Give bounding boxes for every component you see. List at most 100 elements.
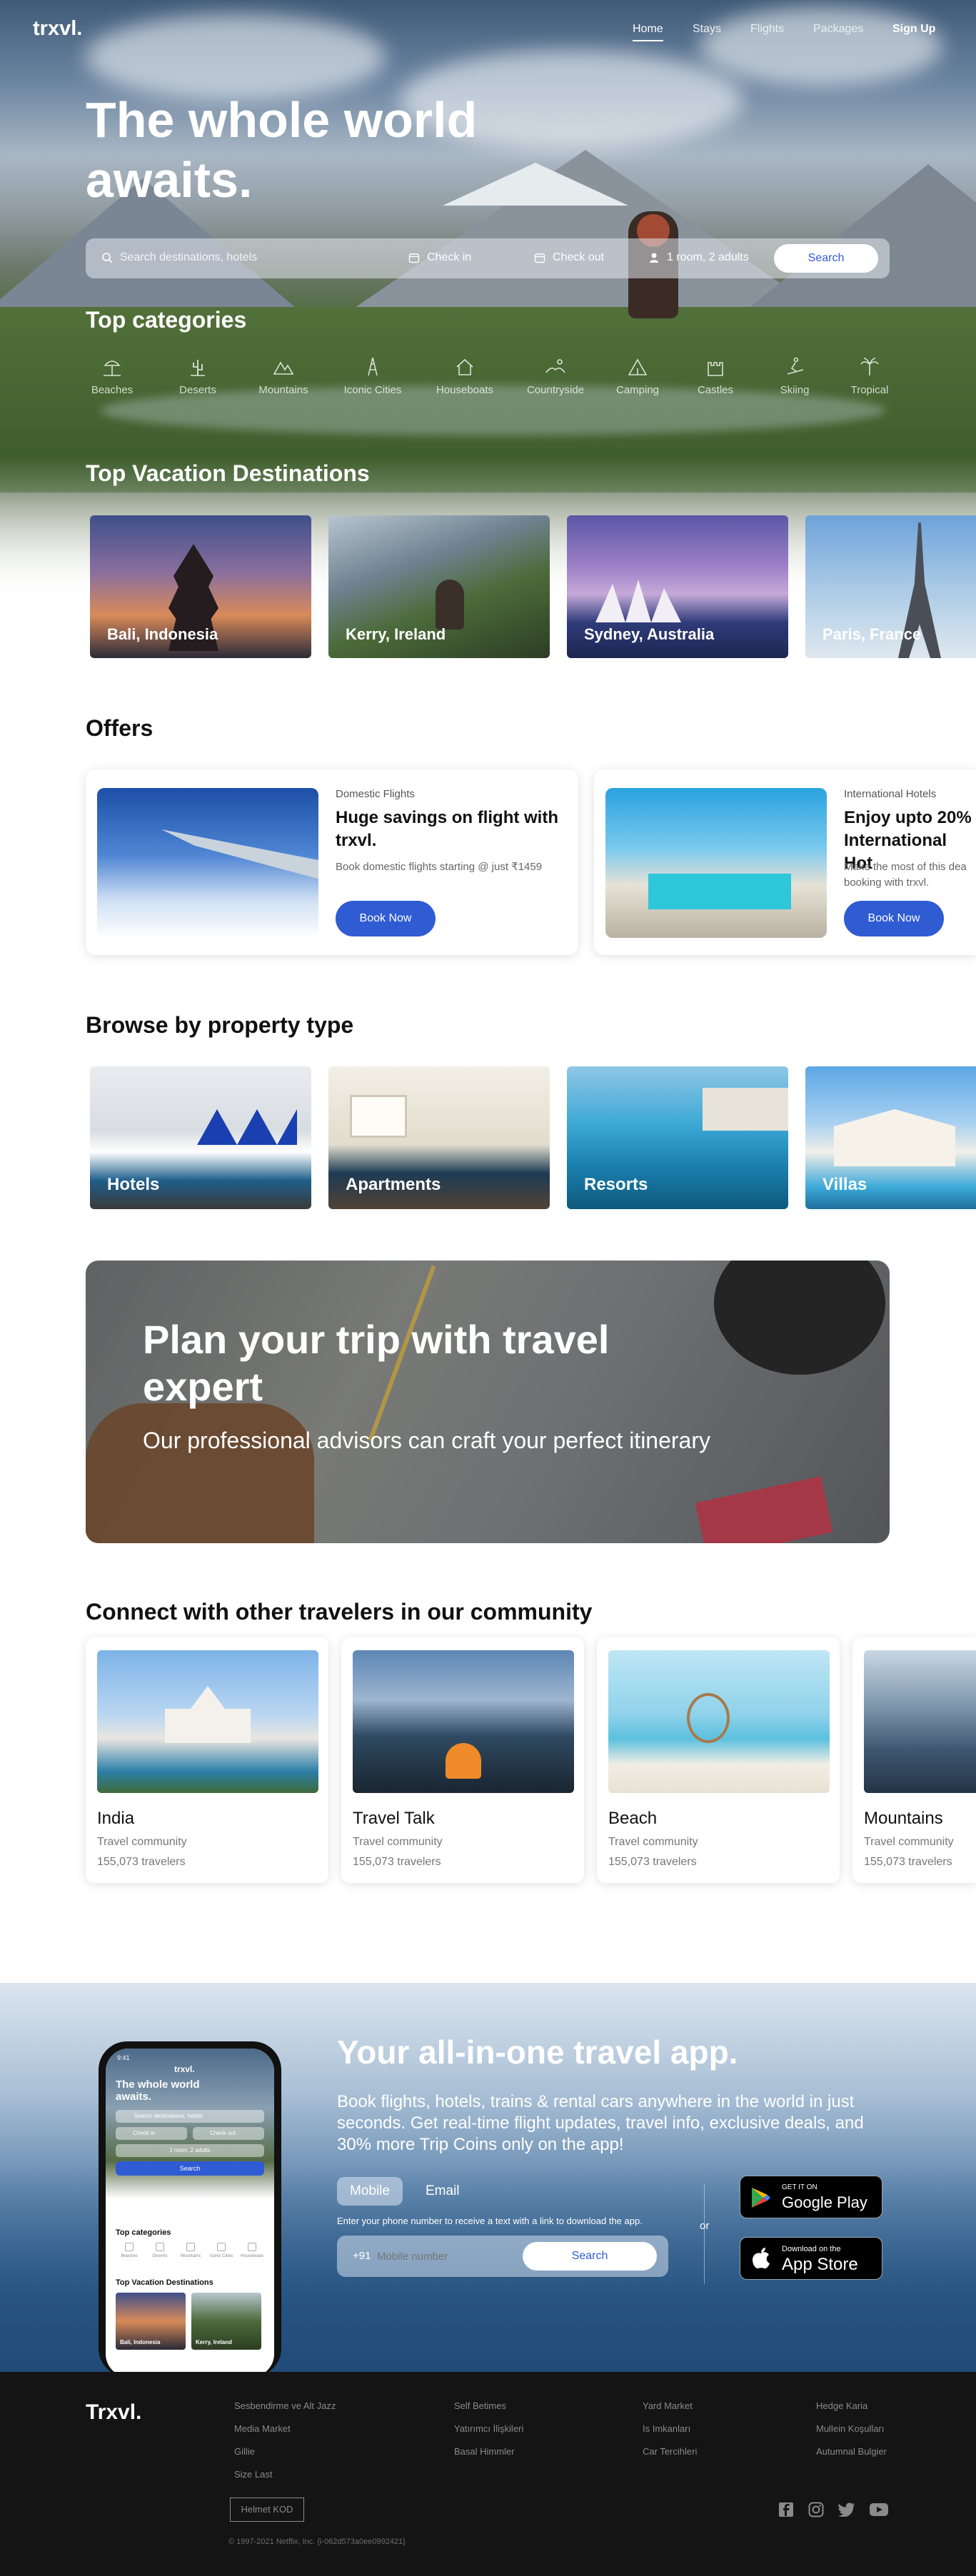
app-title: Your all-in-one travel app. (337, 2034, 738, 2071)
destination-card-kerry[interactable]: Kerry, Ireland (328, 515, 550, 658)
property-card-villas[interactable]: Villas (805, 1066, 976, 1209)
property-card-resorts[interactable]: Resorts (567, 1066, 788, 1209)
brand-logo[interactable]: trxvl. (33, 17, 82, 41)
category-beaches[interactable]: Beaches (80, 355, 144, 396)
footer-link[interactable]: Mullein Koşulları (816, 2423, 884, 2434)
footer-logo[interactable]: Trxvl. (86, 2400, 141, 2425)
phone-mockup: 9:41 trxvl. The whole world awaits. Sear… (99, 2041, 281, 2372)
offer-kind: Domestic Flights (336, 788, 415, 800)
offer-card-hotels[interactable]: International Hotels Enjoy upto 20% Inte… (594, 769, 976, 955)
phone-categories-title: Top categories (116, 2228, 171, 2237)
person-icon (650, 253, 658, 263)
category-skiing[interactable]: Skiing (763, 355, 827, 396)
footer-link[interactable]: Is Imkanları (643, 2423, 690, 2434)
destinations-title: Top Vacation Destinations (86, 460, 370, 486)
plan-banner[interactable]: Plan your trip with travel expert Our pr… (86, 1261, 890, 1543)
category-label: Camping (615, 384, 660, 396)
nav-sign-up[interactable]: Sign Up (892, 23, 935, 36)
footer-link[interactable]: Basal Himmler (454, 2446, 515, 2457)
category-iconic-cities[interactable]: Iconic Cities (341, 355, 405, 396)
footer-button[interactable]: Helmet KOD (230, 2497, 304, 2522)
app-store-button[interactable]: Download on the App Store (740, 2237, 882, 2280)
book-now-button[interactable]: Book Now (336, 901, 436, 936)
guests-field[interactable]: 1 room, 2 adults (648, 251, 749, 264)
destination-card-bali[interactable]: Bali, Indonesia (90, 515, 311, 658)
footer-link[interactable]: Car Tercihleri (643, 2446, 697, 2457)
property-label: Villas (822, 1175, 867, 1194)
send-link-button[interactable]: Search (523, 2242, 657, 2271)
community-card-travel-talk[interactable]: Travel Talk Travel community 155,073 tra… (341, 1637, 584, 1883)
nav-flights[interactable]: Flights (750, 23, 784, 36)
category-camping[interactable]: Camping (605, 355, 670, 396)
category-label: Iconic Cities (343, 384, 402, 396)
facebook-icon[interactable] (778, 2502, 794, 2517)
community-card-india[interactable]: India Travel community 155,073 travelers (86, 1637, 328, 1883)
footer-link[interactable]: Yard Market (643, 2400, 693, 2411)
tab-email[interactable]: Email (413, 2177, 473, 2206)
footer-link[interactable]: Autumnal Bulgier (816, 2446, 887, 2457)
destination-card-paris[interactable]: Paris, France (805, 515, 976, 658)
plan-title: Plan your trip with travel expert (143, 1317, 610, 1409)
google-play-button[interactable]: GET IT ON Google Play (740, 2176, 882, 2218)
app-section: 9:41 trxvl. The whole world awaits. Sear… (0, 1983, 976, 2372)
footer-link[interactable]: Self Betimes (454, 2400, 506, 2411)
footer-link[interactable]: Hedge Karia (816, 2400, 867, 2411)
property-label: Resorts (584, 1175, 648, 1194)
footer-link[interactable]: Sesbendirme ve Alt Jazz (234, 2400, 336, 2411)
phone-category-label: Houseboats (240, 2254, 264, 2258)
nav-packages[interactable]: Packages (813, 23, 863, 36)
hero-cloud (86, 14, 386, 100)
book-now-button[interactable]: Book Now (844, 901, 944, 936)
instagram-icon[interactable] (808, 2502, 824, 2517)
youtube-icon[interactable] (870, 2503, 888, 2516)
search-bar: Search destinations, hotels Check in Che… (86, 238, 890, 278)
house-icon (456, 358, 473, 375)
pillows-shape (197, 1109, 297, 1145)
footer-link[interactable]: Gillie (234, 2446, 255, 2457)
hero-title-line: awaits. (86, 152, 253, 208)
community-subtitle: Travel community (608, 1836, 698, 1848)
cactus-icon (191, 360, 205, 376)
phone-check-out: Check out (193, 2127, 264, 2140)
phone-guests: 1 room, 2 adults (116, 2144, 264, 2157)
phone-category: Deserts (146, 2241, 173, 2267)
search-button[interactable]: Search (774, 244, 878, 273)
search-field[interactable]: Search destinations, hotels (101, 251, 257, 264)
category-mountains[interactable]: Mountains (251, 355, 316, 396)
property-card-hotels[interactable]: Hotels (90, 1066, 311, 1209)
community-card-mountains[interactable]: Mountains Travel community 155,073 trave… (852, 1637, 976, 1883)
category-deserts[interactable]: Deserts (166, 355, 230, 396)
phone-time: 9:41 (117, 2054, 130, 2061)
check-in-field[interactable]: Check in (408, 251, 471, 264)
offer-kind: International Hotels (844, 788, 937, 800)
destination-card-sydney[interactable]: Sydney, Australia (567, 515, 788, 658)
category-countryside[interactable]: Countryside (523, 355, 588, 396)
category-houseboats[interactable]: Houseboats (433, 355, 497, 396)
offer-description: Book domestic flights starting @ just ₹1… (336, 861, 543, 873)
footer-link[interactable]: Yatırımcı İlişkileri (454, 2423, 523, 2434)
check-out-field[interactable]: Check out (534, 251, 604, 264)
footer-link[interactable]: Media Market (234, 2423, 291, 2434)
tab-mobile[interactable]: Mobile (337, 2177, 403, 2206)
phone-prefix: +91 (353, 2250, 371, 2262)
mobile-number-input[interactable] (377, 2246, 505, 2267)
category-label: Mountains (258, 384, 308, 396)
google-play-small: GET IT ON (782, 2183, 817, 2191)
tower-icon (368, 357, 378, 376)
category-tropical[interactable]: Tropical (837, 355, 902, 396)
nav-home[interactable]: Home (633, 23, 663, 41)
villa-shape (834, 1109, 955, 1166)
property-card-apartments[interactable]: Apartments (328, 1066, 550, 1209)
community-card-beach[interactable]: Beach Travel community 155,073 travelers (597, 1637, 840, 1883)
phone-category-label: Beaches (121, 2254, 138, 2258)
footer-link[interactable]: Size Last (234, 2469, 272, 2480)
offer-card-flights[interactable]: Domestic Flights Huge savings on flight … (86, 769, 578, 955)
category-label: Deserts (179, 384, 216, 396)
app-store-small: Download on the (782, 2245, 841, 2253)
community-name: Travel Talk (353, 1809, 435, 1828)
twitter-icon[interactable] (838, 2502, 855, 2517)
phone-categories: Beaches Deserts Mountains Iconic Cities … (116, 2241, 266, 2267)
phone-search: Search destinations, hotels (116, 2110, 264, 2123)
category-castles[interactable]: Castles (683, 355, 748, 396)
nav-stays[interactable]: Stays (693, 23, 721, 36)
